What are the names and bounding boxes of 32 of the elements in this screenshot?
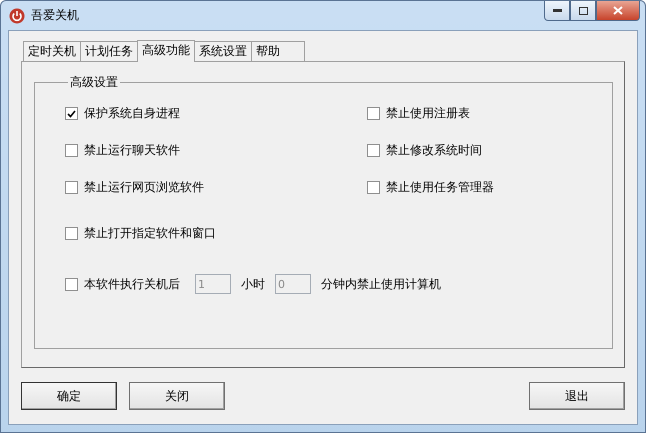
minimize-icon: [552, 9, 562, 12]
option-label: 禁止打开指定软件和窗口: [84, 225, 216, 242]
close-button[interactable]: [596, 1, 640, 21]
checkbox[interactable]: [65, 107, 78, 120]
dialog-button[interactable]: 关闭: [129, 382, 225, 410]
window-title: 吾爱关机: [31, 7, 79, 24]
checkbox[interactable]: [367, 144, 380, 157]
maximize-icon: [578, 6, 588, 14]
checkbox[interactable]: [65, 144, 78, 157]
close-icon: [613, 6, 623, 15]
maximize-button[interactable]: [570, 1, 596, 21]
checkbox[interactable]: [367, 107, 380, 120]
option-label: 禁止修改系统时间: [386, 142, 482, 159]
checkbox[interactable]: [65, 227, 78, 240]
tab[interactable]: 高级功能: [137, 40, 195, 62]
hours-unit: 小时: [241, 276, 265, 292]
checkbox[interactable]: [367, 181, 380, 194]
minimize-button[interactable]: [544, 1, 570, 21]
option-label: 禁止运行聊天软件: [84, 142, 180, 159]
option-label: 禁止运行网页浏览软件: [84, 179, 204, 196]
tab[interactable]: 定时关机: [23, 41, 81, 61]
option-label: 禁止使用注册表: [386, 105, 470, 122]
dialog-button[interactable]: 确定: [21, 382, 117, 410]
tab[interactable]: 帮助: [251, 41, 305, 61]
option-label: 禁止使用任务管理器: [386, 179, 494, 196]
exit-button[interactable]: 退出: [529, 382, 625, 410]
option-label: 保护系统自身进程: [84, 105, 180, 122]
group-title: 高级设置: [69, 74, 119, 91]
option-label: 本软件执行关机后: [84, 276, 180, 292]
minutes-suffix: 分钟内禁止使用计算机: [321, 276, 441, 292]
checkbox[interactable]: [65, 181, 78, 194]
power-icon: [9, 8, 25, 24]
